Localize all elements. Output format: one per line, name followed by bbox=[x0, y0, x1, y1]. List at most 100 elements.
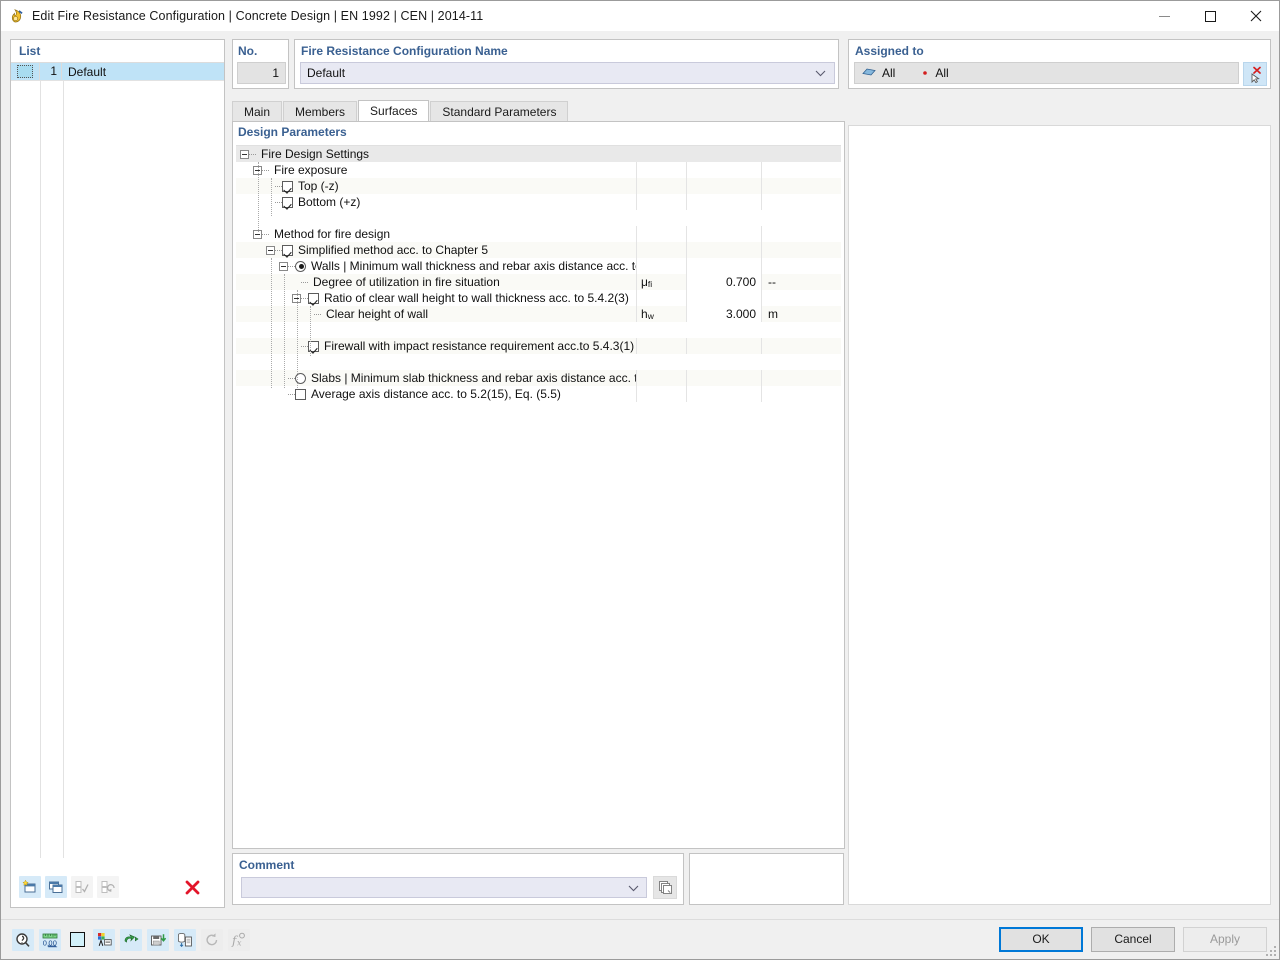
tree-row-label-cell: Walls | Minimum wall thickness and rebar… bbox=[236, 258, 636, 274]
list-item[interactable]: 1 Default bbox=[11, 63, 224, 80]
maximize-button[interactable] bbox=[1187, 1, 1233, 31]
comment-input[interactable] bbox=[247, 879, 622, 896]
checkbox[interactable] bbox=[282, 244, 293, 256]
database-button[interactable] bbox=[174, 928, 196, 951]
tree-guide-line bbox=[284, 274, 285, 388]
tree-row-value[interactable]: 0.700 bbox=[686, 274, 761, 290]
number-field[interactable]: 1 bbox=[237, 62, 286, 84]
tree-row[interactable]: Method for fire design bbox=[236, 226, 841, 242]
tab-members[interactable]: Members bbox=[283, 101, 358, 121]
tree-row-value bbox=[686, 162, 761, 178]
tree-guide-line bbox=[271, 258, 272, 388]
tree-connector bbox=[288, 393, 295, 395]
close-button[interactable] bbox=[1233, 1, 1279, 31]
checkbox[interactable] bbox=[282, 180, 293, 192]
tree-row-label: Ratio of clear wall height to wall thick… bbox=[324, 291, 629, 305]
tree-row[interactable]: Fire exposure bbox=[236, 162, 841, 178]
tab-surfaces[interactable]: Surfaces bbox=[358, 100, 430, 121]
tree-row-label-cell: Firewall with impact resistance requirem… bbox=[236, 338, 636, 354]
design-parameters-tree[interactable]: Fire Design Settings Fire exposure Top (-z… bbox=[236, 145, 841, 847]
delete-entry-button[interactable] bbox=[181, 876, 203, 898]
tree-row-symbol bbox=[636, 258, 686, 274]
new-entry-button[interactable] bbox=[19, 876, 41, 898]
tree-connector bbox=[262, 233, 269, 235]
copy-entry-button[interactable] bbox=[45, 876, 67, 898]
select-all-button[interactable] bbox=[71, 876, 93, 898]
tree-row[interactable]: Walls | Minimum wall thickness and rebar… bbox=[236, 258, 841, 274]
design-parameters-panel: Design Parameters Fire Design Settings Fi… bbox=[232, 121, 845, 849]
tree-connector bbox=[301, 281, 308, 283]
tree-row-unit bbox=[761, 338, 821, 354]
chevron-down-icon[interactable] bbox=[628, 881, 639, 895]
display-properties-button[interactable] bbox=[93, 928, 115, 951]
tree-row-label-cell bbox=[236, 354, 636, 370]
tree-connector bbox=[288, 265, 295, 267]
tree-row[interactable]: Fire Design Settings bbox=[236, 146, 841, 162]
tree-connector bbox=[301, 345, 308, 347]
tree-row-symbol bbox=[636, 290, 686, 306]
tree-row[interactable]: Ratio of clear wall height to wall thick… bbox=[236, 290, 841, 306]
tree-row[interactable]: Bottom (+z) bbox=[236, 194, 841, 210]
resize-grip[interactable] bbox=[1266, 946, 1276, 956]
svg-text:x: x bbox=[237, 938, 242, 947]
invert-selection-button[interactable] bbox=[97, 876, 119, 898]
units-button[interactable]: 0, 00 bbox=[39, 928, 61, 951]
tab-main[interactable]: Main bbox=[232, 101, 283, 121]
tree-row[interactable]: Firewall with impact resistance requirem… bbox=[236, 338, 841, 354]
minimize-button[interactable] bbox=[1141, 1, 1187, 31]
dialog-window: Edit Fire Resistance Configuration | Con… bbox=[0, 0, 1280, 960]
tree-row[interactable]: Simplified method acc. to Chapter 5 bbox=[236, 242, 841, 258]
comment-label: Comment bbox=[239, 858, 295, 872]
cancel-button[interactable]: Cancel bbox=[1091, 927, 1175, 952]
checkbox[interactable] bbox=[308, 292, 319, 304]
list-body[interactable]: 1 Default bbox=[11, 63, 224, 858]
tree-row-value bbox=[686, 290, 761, 306]
tree-row-value[interactable]: 3.000 bbox=[686, 306, 761, 322]
tree-row-unit bbox=[761, 210, 821, 226]
tree-row-value bbox=[686, 226, 761, 242]
apply-button[interactable]: Apply bbox=[1183, 927, 1267, 952]
tree-row-label: Slabs | Minimum slab thickness and rebar… bbox=[311, 371, 636, 385]
assigned-to-field[interactable]: All All bbox=[854, 62, 1239, 84]
chevron-down-icon[interactable] bbox=[815, 66, 826, 80]
list-item-number: 1 bbox=[40, 63, 62, 80]
tree-row[interactable]: Top (-z) bbox=[236, 178, 841, 194]
tree-row[interactable]: Clear height of wall h w 3.000 m bbox=[236, 306, 841, 322]
tree-row-value bbox=[686, 338, 761, 354]
tree-row-label-cell: Bottom (+z) bbox=[236, 194, 636, 210]
tree-row[interactable]: Slabs | Minimum slab thickness and rebar… bbox=[236, 370, 841, 386]
tree-row-unit bbox=[761, 386, 821, 402]
radio-button[interactable] bbox=[295, 260, 306, 272]
export-button[interactable] bbox=[120, 928, 142, 951]
collapse-expander-icon[interactable] bbox=[266, 245, 275, 255]
checkbox[interactable] bbox=[295, 388, 306, 400]
formula-button[interactable]: f x bbox=[228, 928, 250, 951]
deselect-pick-icon[interactable] bbox=[1243, 62, 1267, 86]
collapse-expander-icon[interactable] bbox=[240, 149, 249, 159]
checkbox[interactable] bbox=[282, 196, 293, 208]
ok-button[interactable]: OK bbox=[999, 927, 1083, 952]
tree-row-symbol bbox=[636, 178, 686, 194]
color-swatch-icon[interactable] bbox=[17, 65, 33, 78]
info-button[interactable] bbox=[12, 928, 34, 951]
assigned-members-value: All bbox=[935, 66, 949, 80]
comment-combo[interactable] bbox=[241, 877, 647, 898]
tree-row-unit bbox=[761, 146, 821, 162]
tree-row[interactable]: Degree of utilization in fire situation μ… bbox=[236, 274, 841, 290]
configuration-name-combo[interactable]: Default bbox=[300, 62, 835, 84]
color-button[interactable] bbox=[66, 929, 88, 951]
collapse-expander-icon[interactable] bbox=[279, 261, 288, 271]
reset-button[interactable] bbox=[201, 928, 223, 951]
list-grid bbox=[11, 80, 224, 858]
tab-standard-parameters[interactable]: Standard Parameters bbox=[430, 101, 569, 121]
import-button[interactable] bbox=[147, 928, 169, 951]
tree-row-unit bbox=[761, 290, 821, 306]
copy-comment-icon[interactable] bbox=[653, 876, 677, 899]
tree-row-symbol bbox=[636, 194, 686, 210]
tree-row-label: Fire Design Settings bbox=[261, 147, 370, 161]
tree-row-value bbox=[686, 354, 761, 370]
tree-row-value bbox=[686, 258, 761, 274]
tree-row[interactable]: Average axis distance acc. to 5.2(15), E… bbox=[236, 386, 841, 402]
